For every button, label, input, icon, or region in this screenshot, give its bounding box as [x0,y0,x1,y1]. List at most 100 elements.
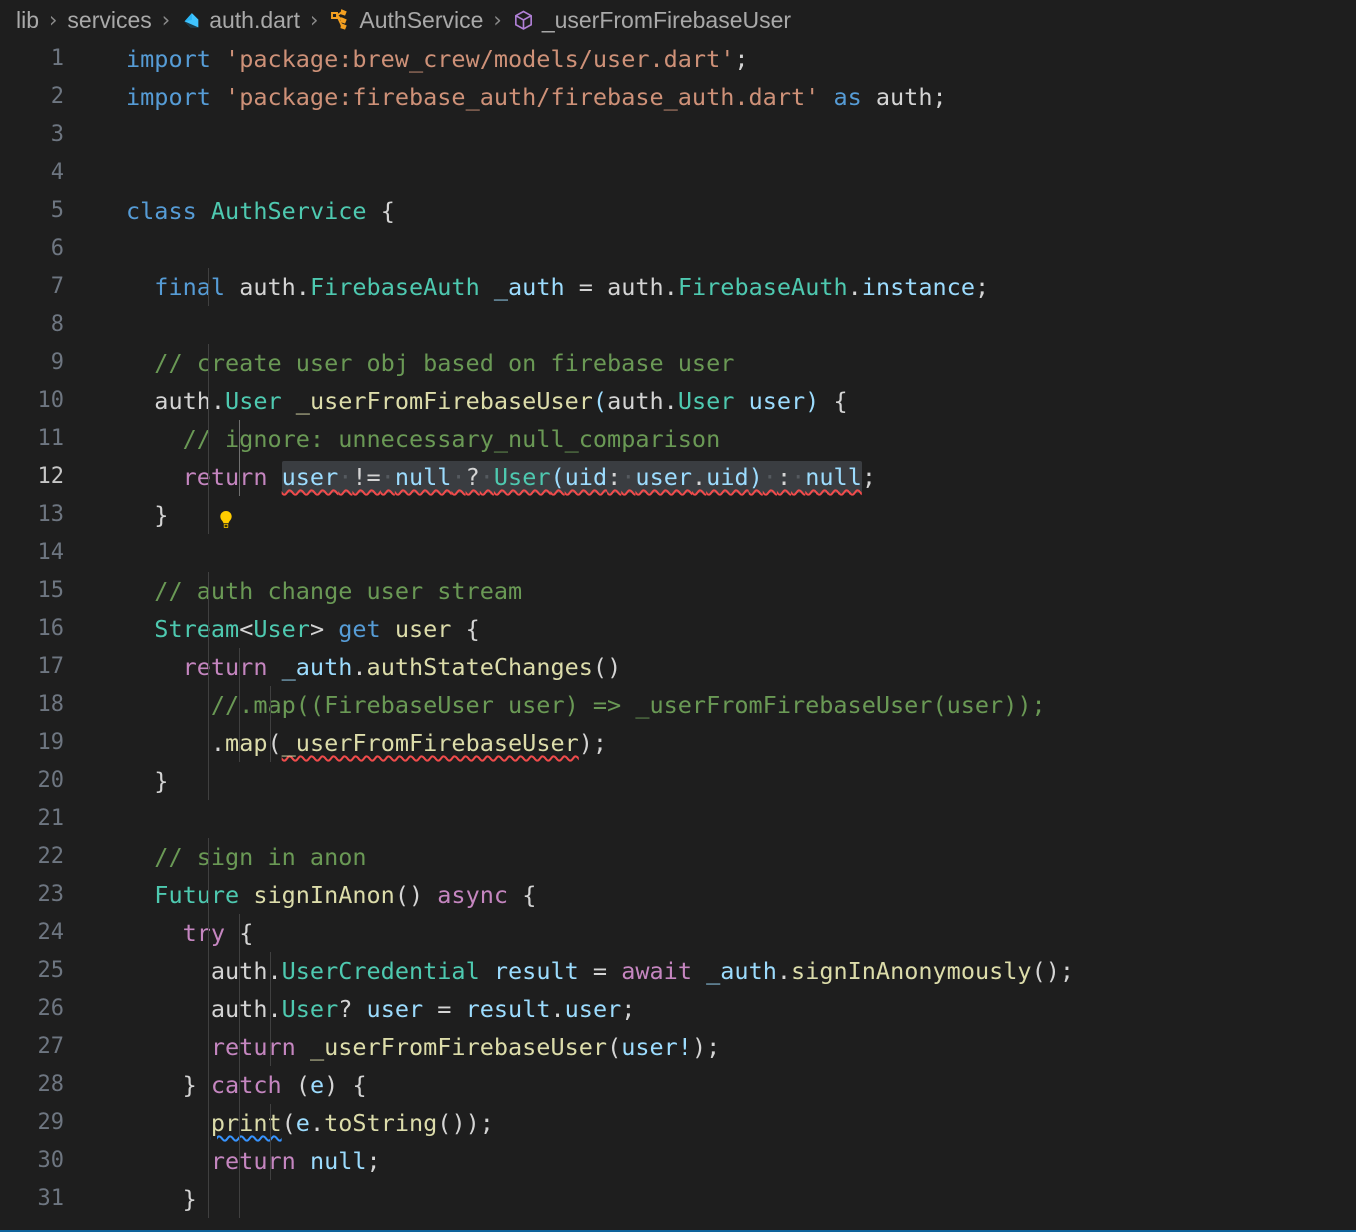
line-number: 20 [37,768,65,793]
breadcrumb-separator-icon: › [161,8,171,32]
code-line[interactable]: 3 [0,116,1356,154]
indent-guide [239,648,240,686]
info-token[interactable]: print [211,1109,282,1137]
code-line[interactable]: 7 final auth.FirebaseAuth _auth = auth.F… [0,268,1356,306]
indent-guide [239,952,240,990]
line-content[interactable]: // sign in anon [82,838,1356,876]
line-content[interactable]: } [82,1180,1356,1218]
line-number: 25 [37,958,65,983]
line-content[interactable]: auth.UserCredential result = await _auth… [82,952,1356,990]
line-content[interactable]: import 'package:brew_crew/models/user.da… [82,40,1356,78]
line-content[interactable]: class AuthService { [82,192,1356,230]
code-line[interactable]: 14 [0,534,1356,572]
line-number: 18 [37,692,65,717]
code-line[interactable]: 1 import 'package:brew_crew/models/user.… [0,40,1356,78]
code-line[interactable]: 26 auth.User? user = result.user; [0,990,1356,1028]
line-content[interactable]: import 'package:firebase_auth/firebase_a… [82,78,1356,116]
indent-guide [208,458,209,496]
breadcrumb: lib › services › auth.dart › AuthService [0,0,1356,40]
line-content[interactable]: } catch (e) { [82,1066,1356,1104]
selected-text[interactable]: user·!=·null·?·User(uid:·user.uid)·:·nul… [281,461,862,493]
line-number: 7 [50,274,64,299]
line-content[interactable]: // create user obj based on firebase use… [82,344,1356,382]
breadcrumb-label: _userFromFirebaseUser [541,6,792,33]
code-line[interactable]: 23 Future signInAnon() async { [0,876,1356,914]
breadcrumb-item-auth-dart[interactable]: auth.dart [180,7,300,34]
code-line[interactable]: 4 [0,154,1356,192]
indent-guide [208,1104,209,1142]
code-line[interactable]: 28 } catch (e) { [0,1066,1356,1104]
line-number: 14 [37,540,65,565]
indent-guide [208,344,209,382]
line-content[interactable]: Stream<User> get user { [82,610,1356,648]
indent-guide [239,420,240,458]
line-number: 5 [50,198,64,223]
code-line[interactable]: 18 //.map((FirebaseUser user) => _userFr… [0,686,1356,724]
indent-guide [239,1104,240,1142]
line-content[interactable]: .map(_userFromFirebaseUser); [82,724,1356,762]
code-line[interactable]: 25 auth.UserCredential result = await _a… [0,952,1356,990]
indent-guide [208,420,209,458]
code-line[interactable]: 29 print(e.toString()); [0,1104,1356,1142]
code-line[interactable]: 24 try { [0,914,1356,952]
code-line[interactable]: 27 return _userFromFirebaseUser(user!); [0,1028,1356,1066]
breadcrumb-item-lib[interactable]: lib [16,7,39,34]
line-content[interactable]: final auth.FirebaseAuth _auth = auth.Fir… [82,268,1356,306]
indent-guide [270,952,271,990]
code-line[interactable]: 19 .map(_userFromFirebaseUser); [0,724,1356,762]
breadcrumb-item-method[interactable]: _userFromFirebaseUser [512,7,791,34]
code-line[interactable]: 17 return _auth.authStateChanges() [0,648,1356,686]
code-line[interactable]: 15 // auth change user stream [0,572,1356,610]
code-editor[interactable]: 1 import 'package:brew_crew/models/user.… [0,40,1356,1232]
line-content[interactable]: Future signInAnon() async { [82,876,1356,914]
line-content[interactable]: return _userFromFirebaseUser(user!); [82,1028,1356,1066]
line-number: 29 [37,1110,65,1135]
breadcrumb-item-authservice[interactable]: AuthService [328,7,483,34]
code-line[interactable]: 10 auth.User _userFromFirebaseUser(auth.… [0,382,1356,420]
code-line[interactable]: 11 // ignore: unnecessary_null_compariso… [0,420,1356,458]
line-content[interactable]: //.map((FirebaseUser user) => _userFromF… [82,686,1356,724]
line-number: 1 [50,46,64,71]
line-number: 17 [37,654,65,679]
indent-guide [208,686,209,724]
breadcrumb-item-services[interactable]: services [67,7,151,34]
indent-guide [208,268,209,306]
code-line[interactable]: 9 // create user obj based on firebase u… [0,344,1356,382]
breadcrumb-label: auth.dart [209,6,300,33]
code-line[interactable]: 31 } [0,1180,1356,1218]
line-number: 26 [37,996,65,1021]
line-content[interactable]: } [82,496,1356,534]
code-line[interactable]: 22 // sign in anon [0,838,1356,876]
line-content[interactable]: auth.User _userFromFirebaseUser(auth.Use… [82,382,1356,420]
line-content[interactable]: print(e.toString()); [82,1104,1356,1142]
line-content[interactable]: return null; [82,1142,1356,1180]
line-content[interactable]: return user·!=·null·?·User(uid:·user.uid… [82,458,1356,496]
line-number: 28 [37,1072,65,1097]
dart-file-icon [180,9,202,31]
lightbulb-icon[interactable] [130,466,232,528]
line-number: 10 [37,388,65,413]
indent-guide [208,990,209,1028]
method-icon [512,9,535,32]
indent-guide [239,1180,240,1218]
line-content[interactable]: return _auth.authStateChanges() [82,648,1356,686]
line-number: 23 [37,882,65,907]
code-line[interactable]: 2 import 'package:firebase_auth/firebase… [0,78,1356,116]
line-content[interactable]: // ignore: unnecessary_null_comparison [82,420,1356,458]
line-number: 27 [37,1034,65,1059]
error-token[interactable]: _userFromFirebaseUser [282,729,579,757]
code-line[interactable]: 5 class AuthService { [0,192,1356,230]
code-line-active[interactable]: 12 return user·!=·null·?·User(uid:·user.… [0,458,1356,528]
code-line[interactable]: 30 return null; [0,1142,1356,1180]
code-line[interactable]: 21 [0,800,1356,838]
line-content[interactable]: try { [82,914,1356,952]
line-content[interactable]: // auth change user stream [82,572,1356,610]
code-line[interactable]: 16 Stream<User> get user { [0,610,1356,648]
line-number: 13 [37,502,65,527]
code-line[interactable]: 8 [0,306,1356,344]
line-content[interactable]: auth.User? user = result.user; [82,990,1356,1028]
indent-guide [208,838,209,876]
line-content[interactable]: } [82,762,1356,800]
code-line[interactable]: 20 } [0,762,1356,800]
code-line[interactable]: 6 [0,230,1356,268]
